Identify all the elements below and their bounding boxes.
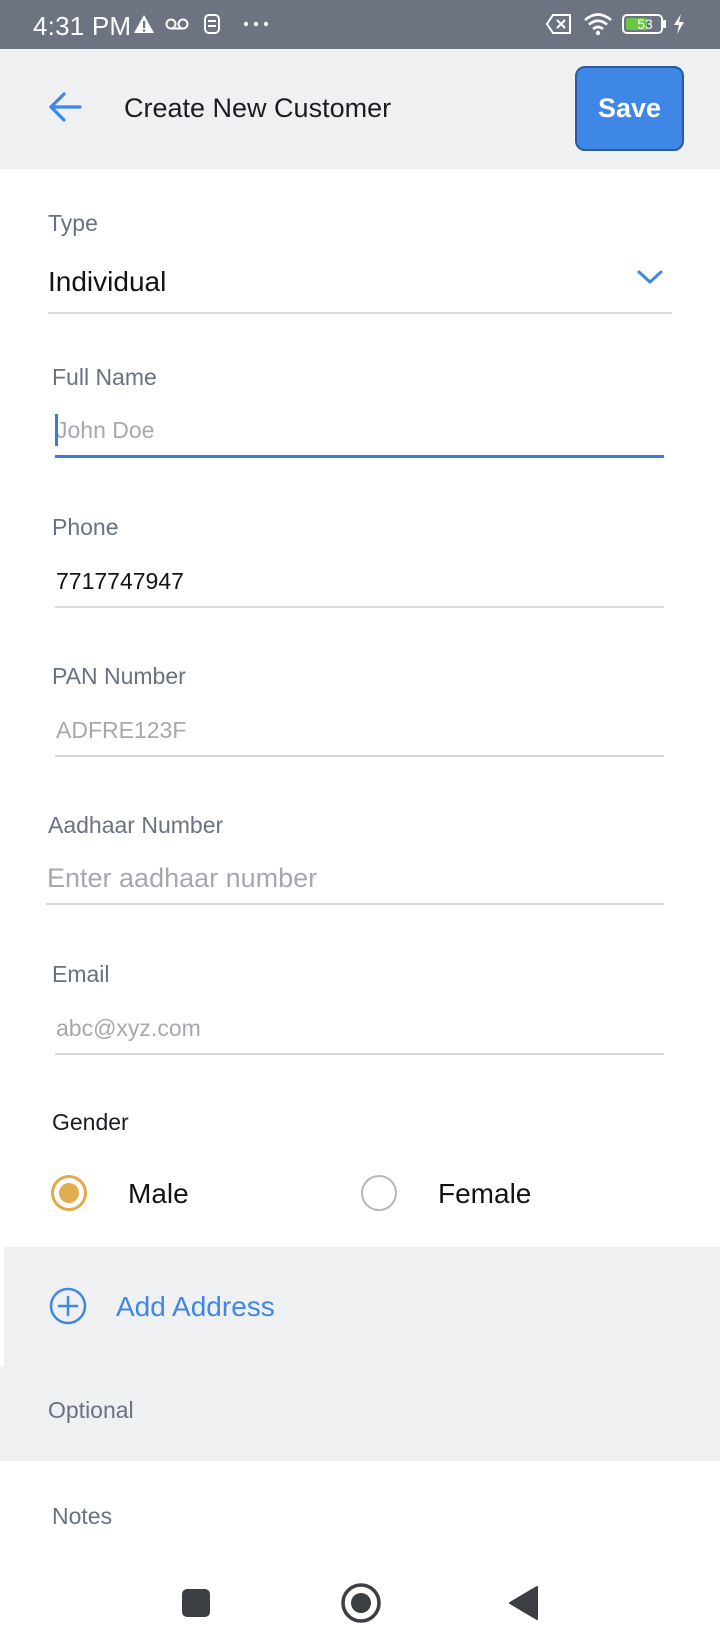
gender-male-label[interactable]: Male [128,1178,189,1210]
charging-icon [672,10,686,38]
back-button[interactable] [40,87,90,131]
notification-icon [203,10,221,38]
arrow-left-icon [47,91,83,128]
nav-back-button[interactable] [478,1560,568,1650]
type-value: Individual [48,266,167,297]
add-address-label: Add Address [116,1291,275,1322]
battery-level: 53 [637,16,653,32]
optional-section-header: Optional [0,1367,720,1461]
app-bar: Create New Customer Save [0,49,720,169]
status-bar: 4:31 PM 53 [0,0,720,49]
full-name-label: Full Name [52,364,157,390]
save-button[interactable]: Save [575,66,684,151]
status-time: 4:31 PM [33,11,132,41]
gender-label: Gender [52,1109,129,1135]
home-button[interactable] [316,1560,406,1650]
pan-input[interactable] [55,707,664,757]
aadhaar-input[interactable] [46,855,664,905]
type-label: Type [48,210,98,236]
email-input[interactable] [55,1005,664,1055]
back-triangle-icon [507,1585,539,1626]
chevron-down-icon [636,268,664,291]
notes-label: Notes [52,1503,113,1529]
more-icon [242,10,270,38]
wifi-icon [583,10,613,38]
type-select[interactable]: Individual [48,256,672,314]
add-circle-icon [49,1287,87,1330]
gender-male-radio[interactable] [51,1175,87,1211]
email-label: Email [52,961,110,987]
recents-square-icon [181,1588,211,1623]
add-address-button[interactable]: Add Address [4,1247,720,1367]
system-nav-bar [0,1560,720,1650]
optional-label: Optional [48,1397,134,1423]
text-cursor [55,414,58,446]
alert-icon [133,10,155,38]
gender-female-label[interactable]: Female [438,1178,531,1210]
page-title: Create New Customer [124,93,392,123]
home-circle-icon [340,1582,382,1629]
voicemail-icon [165,10,189,38]
phone-label: Phone [52,514,119,540]
sim-off-icon [545,10,573,38]
recents-button[interactable] [151,1560,241,1650]
aadhaar-label: Aadhaar Number [48,812,224,838]
phone-input[interactable] [55,558,664,608]
pan-label: PAN Number [52,663,186,689]
full-name-input[interactable] [55,408,664,458]
gender-female-radio[interactable] [361,1175,397,1211]
